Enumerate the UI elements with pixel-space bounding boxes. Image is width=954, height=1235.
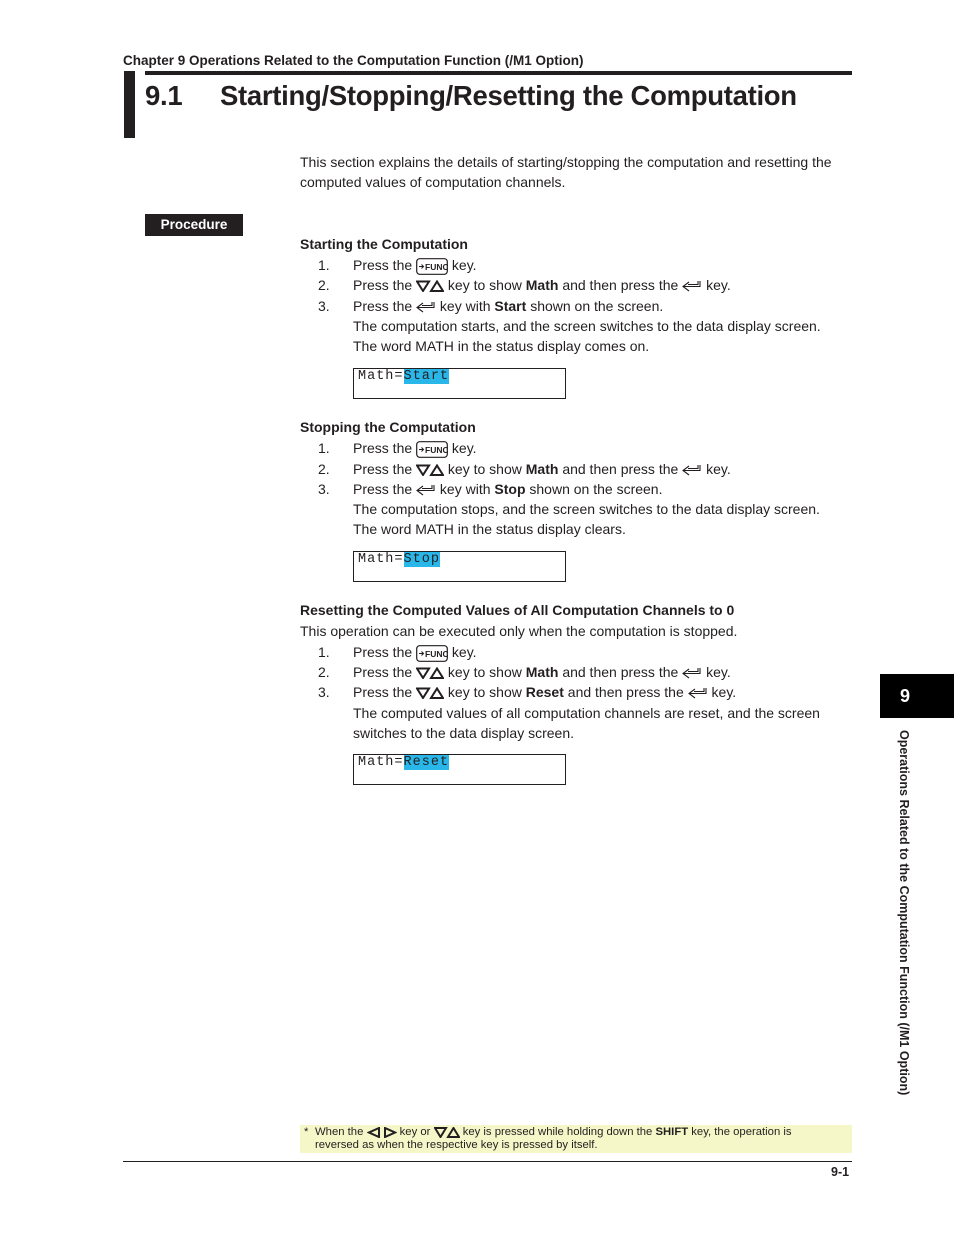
key-target-label: Start <box>494 298 527 314</box>
func-key-icon: FUNC <box>416 440 448 458</box>
step-result-note: switches to the data display screen. <box>353 725 575 741</box>
step-result-note: The word MATH in the status display clea… <box>353 521 626 537</box>
footnote-asterisk: * <box>304 1126 309 1138</box>
func-key-icon: FUNC <box>416 644 448 662</box>
step-number: 1. <box>318 440 330 456</box>
page-number: 9-1 <box>831 1165 850 1179</box>
step-number: 3. <box>318 298 330 314</box>
step-number: 2. <box>318 664 330 680</box>
key-target-label: Math <box>525 461 559 477</box>
step-number: 2. <box>318 461 330 477</box>
page-title: 9.1 Starting/Stopping/Resetting the Compu… <box>145 80 797 112</box>
enter-key-icon <box>416 302 435 313</box>
step-text: Press the key to show Math and then pres… <box>353 461 731 477</box>
step-result-note: The computed values of all computation c… <box>353 705 820 721</box>
section-number: 9.1 <box>145 80 183 111</box>
section-heading: Resetting the Computed Values of All Com… <box>300 602 735 618</box>
step-text: Press the FUNC key. <box>353 440 477 458</box>
enter-key-icon <box>682 281 701 292</box>
lcd-display: Math=Start <box>353 368 566 399</box>
func-key-icon: FUNC <box>416 257 448 275</box>
step-number: 1. <box>318 644 330 660</box>
title-bar-decoration <box>124 71 135 138</box>
down-up-arrow-keys-icon <box>416 667 445 680</box>
enter-key-icon <box>682 668 701 679</box>
step-text: Press the key to show Math and then pres… <box>353 277 731 293</box>
lcd-prefix: Math= <box>358 552 404 567</box>
lcd-selected-value: Start <box>403 369 450 384</box>
lcd-selected-value: Stop <box>403 552 440 567</box>
step-number: 2. <box>318 277 330 293</box>
svg-text:FUNC: FUNC <box>425 445 448 455</box>
footnote-text: When the key or key is pressed while hol… <box>315 1126 792 1151</box>
lcd-prefix: Math= <box>358 755 404 770</box>
enter-key-icon <box>687 688 707 699</box>
step-text: Press the key to show Math and then pres… <box>353 664 731 680</box>
chapter-tab: 9 <box>880 674 954 718</box>
key-target-label: Reset <box>525 684 564 700</box>
step-result-note: The computation starts, and the screen s… <box>353 318 821 334</box>
down-up-arrow-keys-icon <box>433 1126 460 1138</box>
section-title: Starting/Stopping/Resetting the Computat… <box>220 80 797 111</box>
section-note: This operation can be executed only when… <box>300 623 738 639</box>
step-text: Press the key with Start shown on the sc… <box>353 298 664 314</box>
key-target-label: Stop <box>494 481 526 497</box>
lcd-display: Math=Stop <box>353 551 566 582</box>
lcd-display: Math=Reset <box>353 754 566 785</box>
step-number: 3. <box>318 481 330 497</box>
step-number: 3. <box>318 684 330 700</box>
enter-key-icon <box>682 465 701 476</box>
svg-text:FUNC: FUNC <box>425 262 448 272</box>
lcd-selected-value: Reset <box>403 755 450 770</box>
step-text: Press the FUNC key. <box>353 257 477 275</box>
step-text: Press the key with Stop shown on the scr… <box>353 481 663 497</box>
step-text: Press the FUNC key. <box>353 644 477 662</box>
down-up-arrow-keys-icon <box>416 280 445 293</box>
step-result-note: The computation stops, and the screen sw… <box>353 501 820 517</box>
svg-text:FUNC: FUNC <box>425 649 448 659</box>
footnote: * When the key or key is pressed while h… <box>300 1125 852 1153</box>
procedure-label: Procedure <box>145 214 243 236</box>
key-target-label: Math <box>525 277 559 293</box>
shift-key-label: SHIFT <box>655 1126 689 1138</box>
chapter-side-title: Operations Related to the Computation Fu… <box>897 730 911 1096</box>
step-text: Press the key to show Reset and then pre… <box>353 684 737 700</box>
section-heading: Stopping the Computation <box>300 419 476 435</box>
step-number: 1. <box>318 257 330 273</box>
section-heading: Starting the Computation <box>300 236 468 252</box>
header-rule <box>145 71 852 75</box>
down-up-arrow-keys-icon <box>416 464 445 477</box>
step-result-note: The word MATH in the status display come… <box>353 338 650 354</box>
enter-key-icon <box>416 485 435 496</box>
intro-paragraph: This section explains the details of sta… <box>300 154 832 190</box>
footer-rule <box>123 1161 852 1162</box>
chapter-header: Chapter 9 Operations Related to the Comp… <box>123 53 584 68</box>
key-target-label: Math <box>525 664 559 680</box>
left-right-arrow-keys-icon <box>366 1126 397 1138</box>
lcd-prefix: Math= <box>358 369 404 384</box>
down-up-arrow-keys-icon <box>416 687 445 700</box>
